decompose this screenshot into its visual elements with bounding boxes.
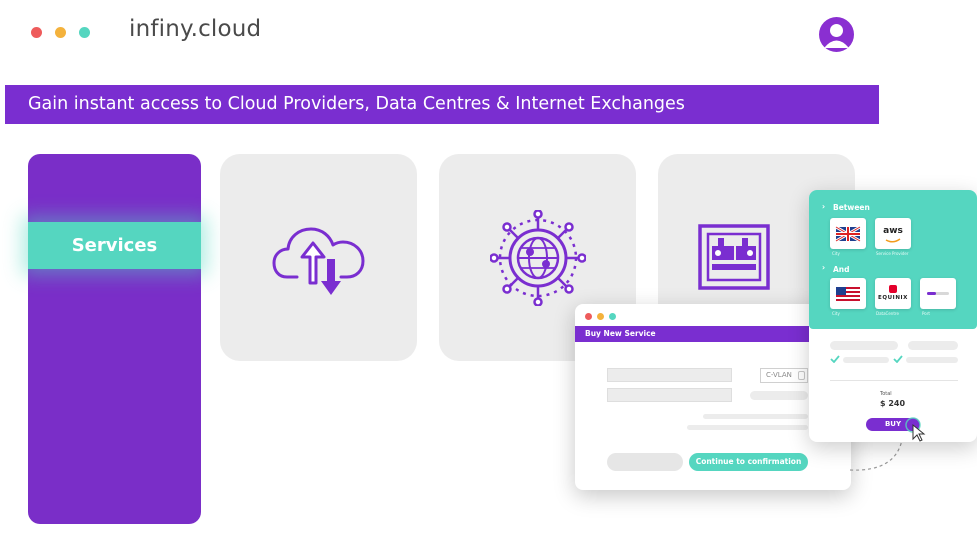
- service-option-field[interactable]: [607, 388, 732, 402]
- and-label: And: [833, 265, 850, 274]
- window-close-dot[interactable]: [31, 27, 42, 38]
- uk-flag-icon: [835, 225, 861, 243]
- check-icon: [893, 355, 903, 363]
- port-slider-fill: [927, 292, 936, 295]
- globe-network-icon: [489, 209, 586, 306]
- port-slider-chip[interactable]: [920, 278, 956, 309]
- cvlan-field[interactable]: C-VLAN: [760, 368, 808, 383]
- data-centre-rack-icon: [698, 224, 770, 290]
- chevron-right-icon: ›: [822, 202, 826, 211]
- aws-smile-icon: [885, 238, 901, 243]
- buy-window-minimize-dot[interactable]: [597, 313, 604, 320]
- city-caption: City: [832, 311, 840, 316]
- window-minimize-dot[interactable]: [55, 27, 66, 38]
- service-provider-caption: Service Provider: [876, 251, 909, 256]
- cvlan-label: C-VLAN: [766, 371, 792, 379]
- uk-flag-chip[interactable]: [830, 218, 866, 249]
- equinix-logo-mark: [889, 285, 897, 293]
- cursor-icon: [905, 417, 926, 442]
- placeholder-line: [703, 414, 808, 419]
- brand-name: infiny.cloud: [129, 16, 262, 42]
- summary-line: [906, 357, 958, 363]
- equinix-logo: EQUINIX: [877, 295, 909, 301]
- sidebar: [28, 154, 201, 524]
- continue-to-confirmation-button[interactable]: Continue to confirmation: [689, 453, 808, 471]
- connection-selector-panel: › Between aws City Service Provider › An…: [809, 190, 977, 329]
- us-flag-icon: [836, 287, 860, 301]
- between-label: Between: [833, 203, 870, 212]
- check-icon: [830, 355, 840, 363]
- summary-line: [843, 357, 889, 363]
- equinix-datacentre-chip[interactable]: EQUINIX: [875, 278, 911, 309]
- service-name-field[interactable]: [607, 368, 732, 382]
- sidebar-item-services[interactable]: Services: [28, 222, 201, 269]
- back-button[interactable]: [607, 453, 683, 471]
- buy-window-close-dot[interactable]: [585, 313, 592, 320]
- buy-window-maximize-dot[interactable]: [609, 313, 616, 320]
- cloud-upload-download-icon: [272, 227, 364, 295]
- summary-divider: [830, 380, 958, 381]
- port-caption: Port: [922, 311, 930, 316]
- placeholder-bar: [750, 391, 808, 400]
- placeholder-line: [687, 425, 808, 430]
- cloud-services-tile[interactable]: [220, 154, 417, 361]
- chevron-right-icon: ›: [822, 263, 826, 272]
- headline-banner: Gain instant access to Cloud Providers, …: [5, 85, 879, 124]
- window-maximize-dot[interactable]: [79, 27, 90, 38]
- us-flag-chip[interactable]: [830, 278, 866, 309]
- summary-line: [908, 341, 958, 350]
- total-value: $ 240: [880, 399, 906, 408]
- aws-provider-chip[interactable]: aws: [875, 218, 911, 249]
- city-caption: City: [832, 251, 840, 256]
- stepper-icon[interactable]: [798, 371, 805, 380]
- total-label: Total: [880, 391, 892, 397]
- datacentre-caption: DataCentre: [876, 311, 899, 316]
- user-avatar-icon[interactable]: [819, 17, 854, 52]
- summary-line: [830, 341, 898, 350]
